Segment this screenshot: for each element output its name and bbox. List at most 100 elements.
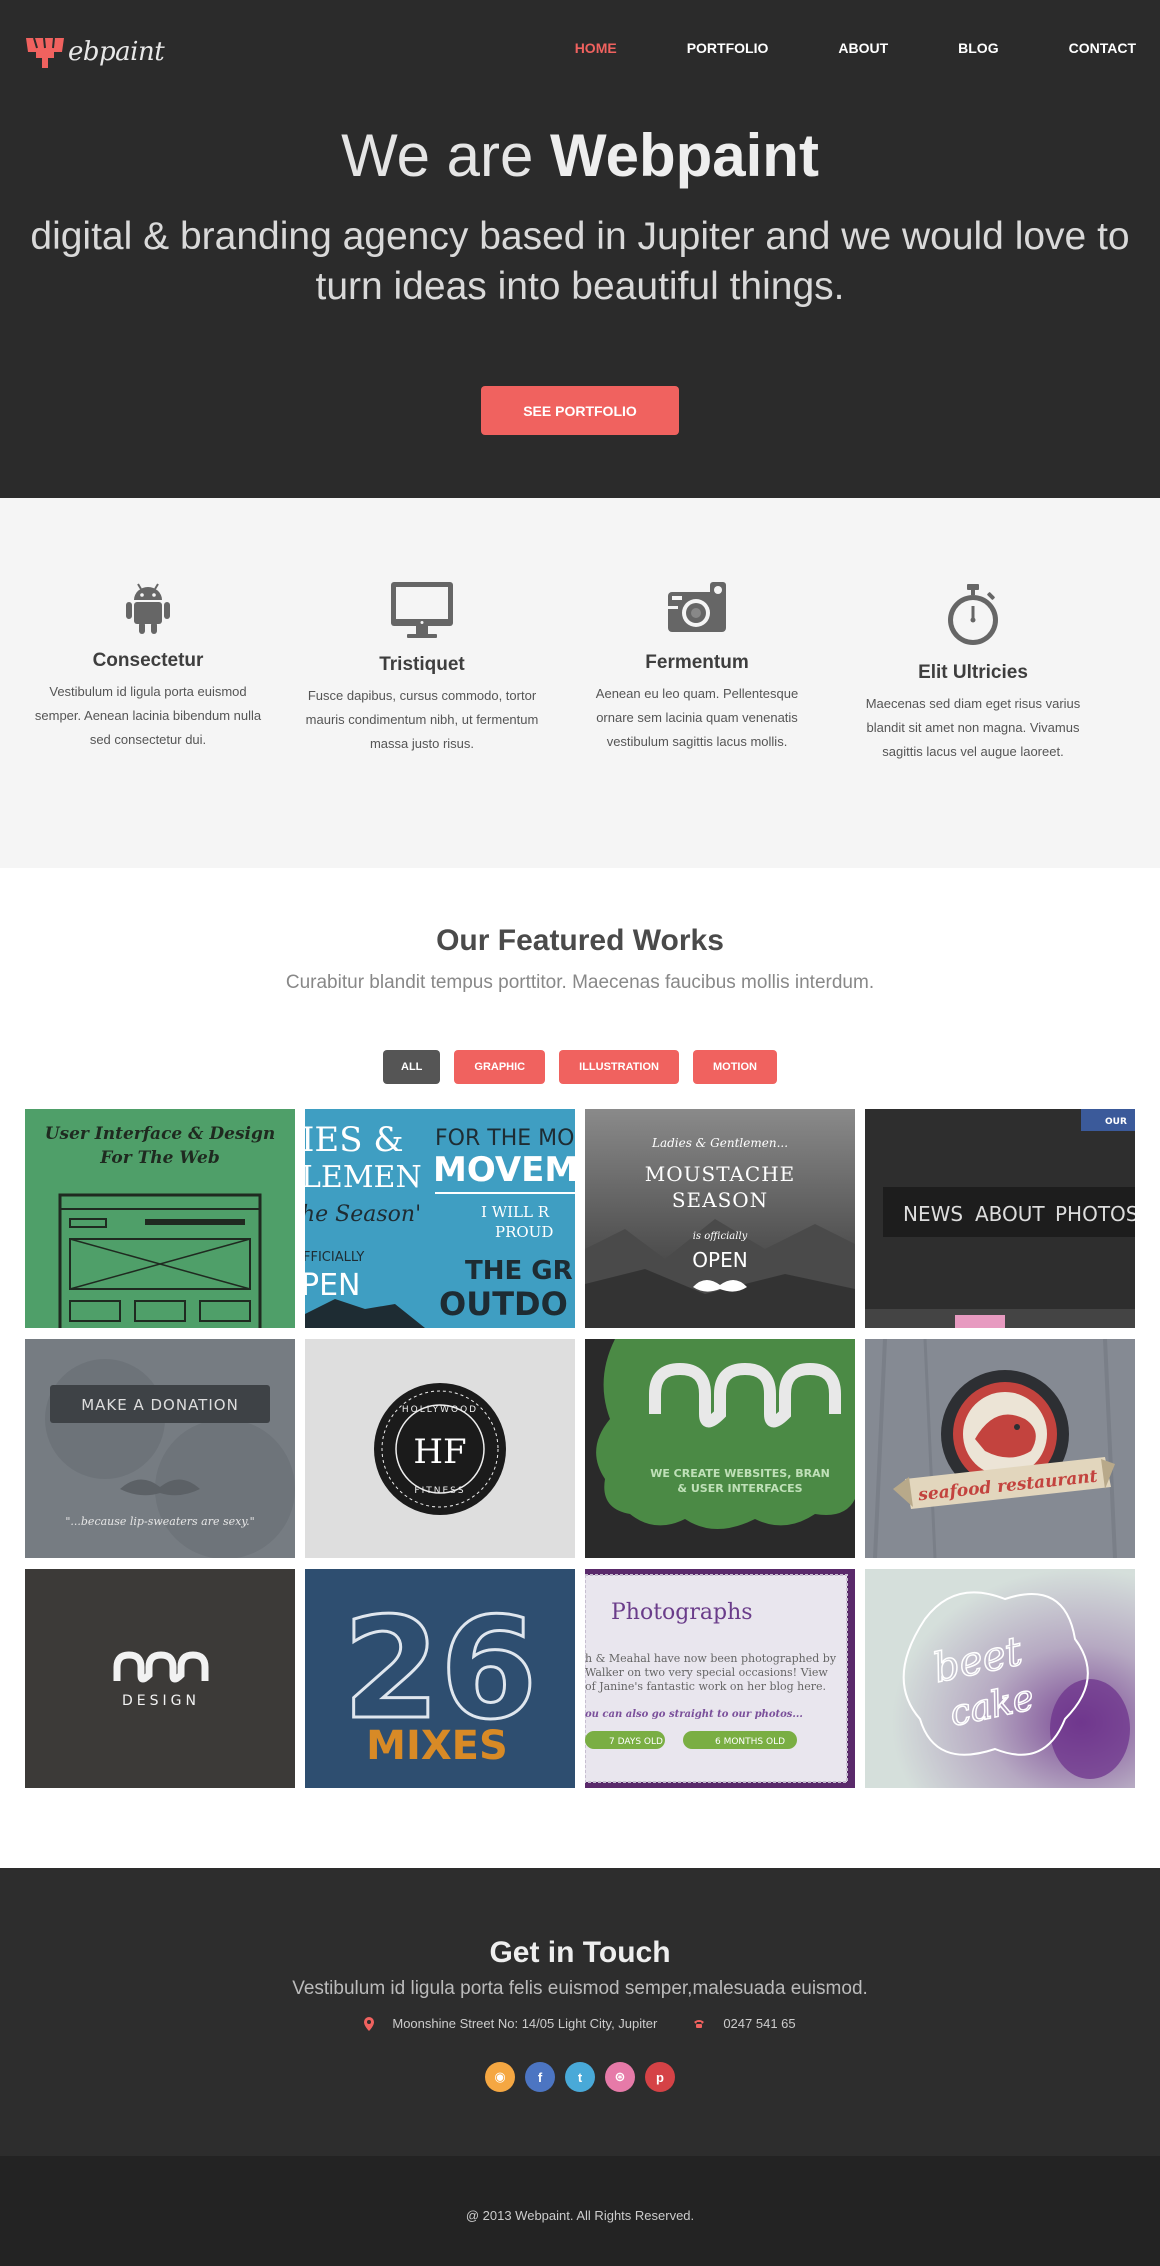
dribbble-icon[interactable]: ⊛ xyxy=(605,2062,635,2092)
nav-home[interactable]: HOME xyxy=(575,40,617,56)
contact-section: Get in Touch Vestibulum id ligula porta … xyxy=(0,1868,1160,2156)
featured-works-section: Our Featured Works Curabitur blandit tem… xyxy=(0,868,1160,1868)
svg-text:FFICIALLY: FFICIALLY xyxy=(305,1250,364,1265)
map-pin-icon xyxy=(364,2016,375,2031)
svg-text:PROUD: PROUD xyxy=(495,1223,553,1241)
svg-text:NEWS: NEWS xyxy=(903,1202,963,1226)
portfolio-tile-design-logo[interactable]: DESIGN xyxy=(25,1569,295,1788)
feature-fermentum: Fermentum Aenean eu leo quam. Pellentesq… xyxy=(577,578,817,754)
svg-text:IES &: IES & xyxy=(305,1120,404,1160)
svg-text:DESIGN: DESIGN xyxy=(122,1693,200,1709)
hero-title-bold: Webpaint xyxy=(550,122,819,189)
svg-text:LEMEN: LEMEN xyxy=(305,1160,422,1195)
nav-portfolio[interactable]: PORTFOLIO xyxy=(687,40,769,56)
svg-text:HOLLYWOOD: HOLLYWOOD xyxy=(402,1405,478,1415)
filter-motion[interactable]: MOTION xyxy=(692,1050,777,1084)
portfolio-tile-website-nav[interactable]: OUR NEWS ABOUT PHOTOS xyxy=(865,1109,1135,1328)
feature-title: Elit Ultricies xyxy=(918,662,1028,683)
svg-text:MOVEM: MOVEM xyxy=(433,1150,575,1190)
svg-text:MIXES: MIXES xyxy=(366,1723,508,1769)
facebook-icon[interactable]: f xyxy=(525,2062,555,2092)
address-text: Moonshine Street No: 14/05 Light City, J… xyxy=(392,2016,658,2031)
filter-illustration[interactable]: ILLUSTRATION xyxy=(559,1050,679,1084)
svg-text:ABOUT: ABOUT xyxy=(975,1202,1045,1226)
portfolio-tile-26-mixes[interactable]: 26 MIXES xyxy=(305,1569,575,1788)
social-links: ◉ f t ⊛ p xyxy=(0,2062,1160,2092)
svg-text:is officially: is officially xyxy=(693,1231,748,1242)
portfolio-tile-websites-agency[interactable]: WE CREATE WEBSITES, BRAN & USER INTERFAC… xyxy=(585,1339,855,1558)
copyright-text: @ 2013 Webpaint. All Rights Reserved. xyxy=(465,2208,695,2223)
svg-text:PEN: PEN xyxy=(305,1268,361,1303)
portfolio-tile-seafood-restaurant[interactable]: seafood restaurant xyxy=(865,1339,1135,1558)
svg-text:MOUSTACHE: MOUSTACHE xyxy=(645,1162,795,1186)
feature-title: Tristiquet xyxy=(379,654,465,675)
feature-text: Maecenas sed diam eget risus varius blan… xyxy=(865,696,1081,759)
svg-text:Photographs: Photographs xyxy=(611,1600,753,1625)
hero-subtitle: digital & branding agency based in Jupit… xyxy=(30,215,1130,308)
hollywood-fitness-thumbnail: HOLLYWOOD HF FITNESS xyxy=(305,1339,575,1558)
svg-text:FITNESS: FITNESS xyxy=(414,1486,465,1496)
svg-text:PHOTOS: PHOTOS xyxy=(1055,1202,1135,1226)
website-nav-thumbnail: OUR NEWS ABOUT PHOTOS xyxy=(865,1109,1135,1328)
camera-icon xyxy=(668,582,726,632)
svg-text:ou can also go straight to our: ou can also go straight to our photos... xyxy=(585,1709,803,1720)
android-icon xyxy=(126,583,170,634)
feature-text: Fusce dapibus, cursus commodo, tortor ma… xyxy=(305,688,539,751)
feature-text: Vestibulum id ligula porta euismod sempe… xyxy=(34,684,262,747)
filter-graphic[interactable]: GRAPHIC xyxy=(454,1050,546,1084)
svg-text:7 DAYS OLD: 7 DAYS OLD xyxy=(609,1737,663,1747)
main-menu: HOME PORTFOLIO ABOUT BLOG CONTACT xyxy=(505,40,1136,56)
svg-text:6 MONTHS OLD: 6 MONTHS OLD xyxy=(715,1737,785,1747)
stopwatch-icon xyxy=(948,584,998,645)
svg-text:HF: HF xyxy=(413,1432,466,1472)
see-portfolio-button[interactable]: SEE PORTFOLIO xyxy=(481,386,679,435)
logo[interactable]: ebpaint xyxy=(24,34,165,70)
nav-about[interactable]: ABOUT xyxy=(838,40,888,56)
beet-cake-thumbnail: beet cake xyxy=(865,1569,1135,1788)
top-nav: ebpaint HOME PORTFOLIO ABOUT BLOG CONTAC… xyxy=(0,0,1160,102)
outdoors-poster-thumbnail: IES & LEMEN he Season' FFICIALLY PEN FOR… xyxy=(305,1109,575,1328)
svg-text:& USER INTERFACES: & USER INTERFACES xyxy=(677,1482,802,1495)
donation-thumbnail: MAKE A DONATION "...because lip-sweaters… xyxy=(25,1339,295,1558)
contact-info: Moonshine Street No: 14/05 Light City, J… xyxy=(0,2016,1160,2031)
svg-text:WE CREATE WEBSITES, BRAN: WE CREATE WEBSITES, BRAN xyxy=(650,1467,830,1480)
websites-agency-thumbnail: WE CREATE WEBSITES, BRAN & USER INTERFAC… xyxy=(585,1339,855,1558)
contact-phone: 0247 541 65 xyxy=(693,2016,796,2031)
design-logo-thumbnail: DESIGN xyxy=(25,1569,295,1788)
rss-icon[interactable]: ◉ xyxy=(485,2062,515,2092)
svg-text:FOR THE MO: FOR THE MO xyxy=(435,1126,574,1151)
monitor-icon xyxy=(391,582,453,638)
nav-blog[interactable]: BLOG xyxy=(958,40,998,56)
portfolio-filters: ALL GRAPHIC ILLUSTRATION MOTION xyxy=(0,1050,1160,1084)
svg-text:h & Meahal have now been photo: h & Meahal have now been photographed by xyxy=(585,1652,837,1665)
portfolio-tile-photographs[interactable]: Photographs h & Meahal have now been pho… xyxy=(585,1569,855,1788)
svg-text:Walker on two very special occ: Walker on two very special occasions! Vi… xyxy=(585,1666,828,1679)
contact-title: Get in Touch xyxy=(489,1936,671,1969)
pinterest-icon[interactable]: p xyxy=(645,2062,675,2092)
hero-title: We are Webpaint xyxy=(0,122,1160,190)
svg-text:he Season': he Season' xyxy=(305,1202,421,1227)
nav-contact[interactable]: CONTACT xyxy=(1069,40,1136,56)
svg-text:OPEN: OPEN xyxy=(692,1248,747,1272)
feature-title: Fermentum xyxy=(645,652,749,673)
portfolio-tile-beet-cake[interactable]: beet cake xyxy=(865,1569,1135,1788)
portfolio-tile-donation[interactable]: MAKE A DONATION "...because lip-sweaters… xyxy=(25,1339,295,1558)
portfolio-tile-ui-design[interactable]: User Interface & Design For The Web xyxy=(25,1109,295,1328)
svg-text:MAKE A DONATION: MAKE A DONATION xyxy=(81,1396,239,1414)
portfolio-tile-hollywood-fitness[interactable]: HOLLYWOOD HF FITNESS xyxy=(305,1339,575,1558)
svg-text:For The Web: For The Web xyxy=(99,1148,220,1168)
svg-text:User Interface & Design: User Interface & Design xyxy=(45,1124,276,1144)
26-mixes-thumbnail: 26 MIXES xyxy=(305,1569,575,1788)
logo-text: ebpaint xyxy=(68,37,165,67)
works-subtitle: Curabitur blandit tempus porttitor. Maec… xyxy=(285,972,875,993)
works-title: Our Featured Works xyxy=(436,924,724,957)
twitter-icon[interactable]: t xyxy=(565,2062,595,2092)
paint-brush-logo-icon xyxy=(26,37,64,68)
portfolio-grid: User Interface & Design For The Web IES … xyxy=(25,1109,1135,1788)
portfolio-tile-moustache-season[interactable]: Ladies & Gentlemen... MOUSTACHE SEASON i… xyxy=(585,1109,855,1328)
portfolio-tile-outdoors-poster[interactable]: IES & LEMEN he Season' FFICIALLY PEN FOR… xyxy=(305,1109,575,1328)
svg-text:THE GR: THE GR xyxy=(465,1256,573,1286)
svg-text:I WILL R: I WILL R xyxy=(481,1203,550,1221)
filter-all[interactable]: ALL xyxy=(383,1050,441,1084)
hero-section: ebpaint HOME PORTFOLIO ABOUT BLOG CONTAC… xyxy=(0,0,1160,498)
